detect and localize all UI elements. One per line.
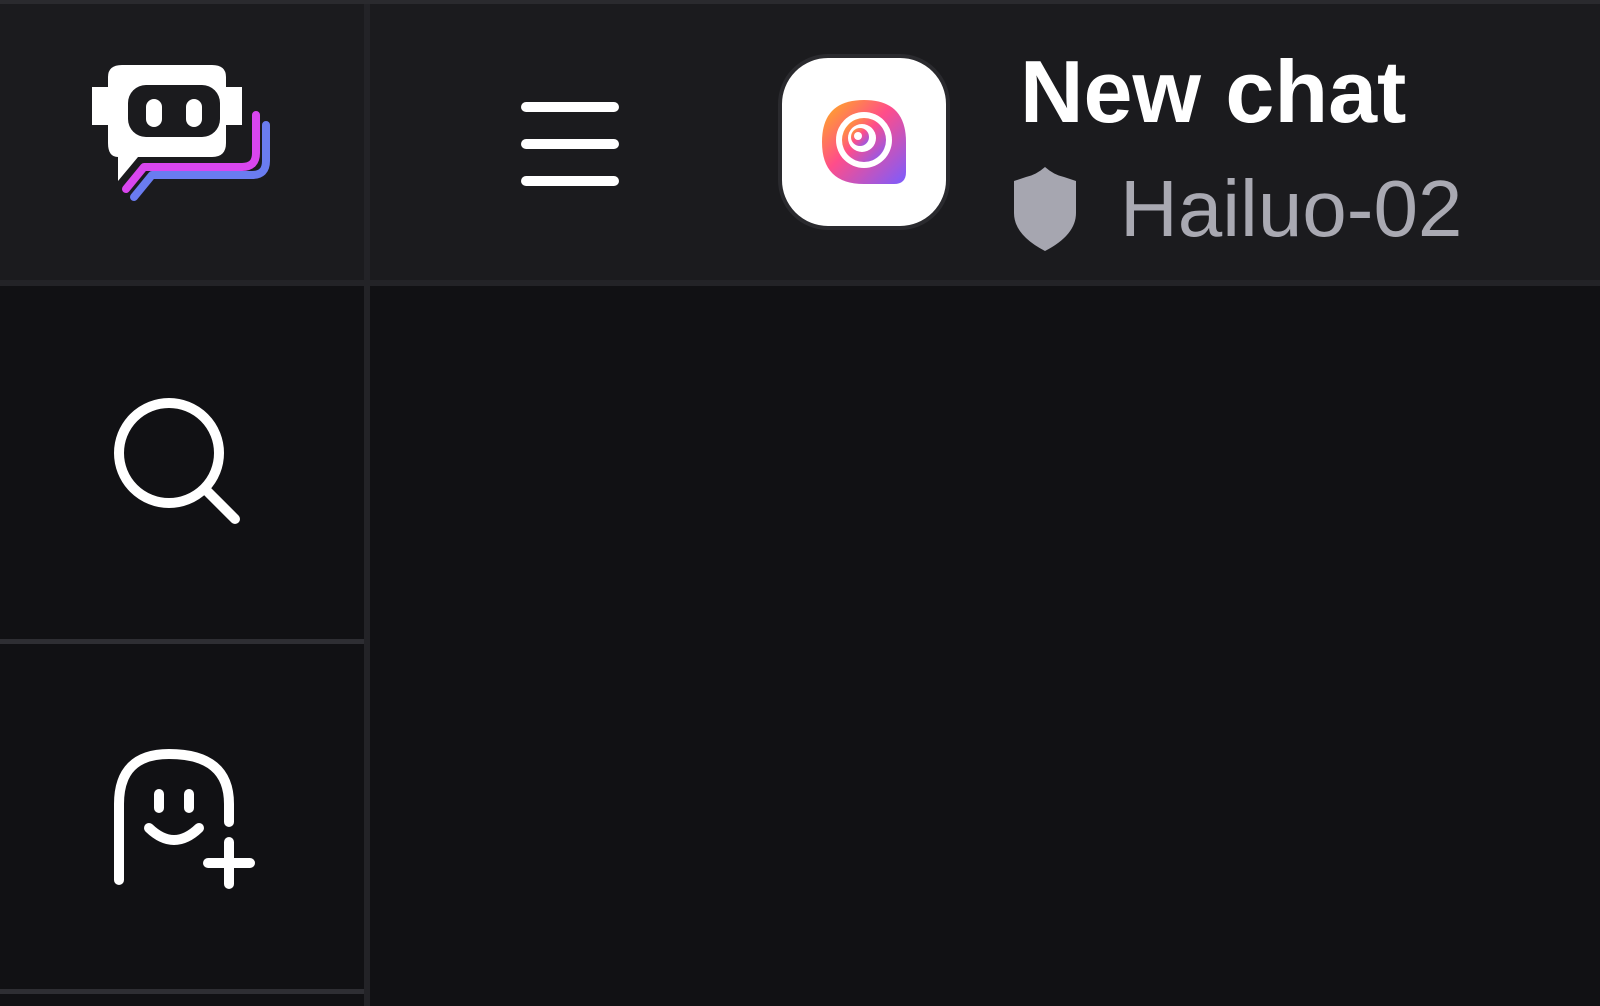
hailuo-swirl-icon: [822, 100, 906, 184]
menu-button[interactable]: [510, 89, 630, 199]
left-rail: [0, 4, 370, 1006]
app-window: New chat Hailuo-02: [0, 0, 1600, 1006]
page-title: New chat: [1020, 42, 1407, 141]
shield-icon: [1014, 167, 1076, 251]
bot-avatar[interactable]: [778, 54, 950, 230]
bot-name: Hailuo-02: [1120, 164, 1463, 253]
create-bot-icon: [114, 748, 255, 889]
poe-robot-logo-icon: [92, 65, 270, 201]
create-bot-button[interactable]: [0, 644, 364, 994]
hamburger-menu-icon: [521, 102, 619, 186]
search-button[interactable]: [0, 292, 364, 644]
chat-header: New chat Hailuo-02: [370, 4, 1600, 286]
search-icon: [114, 397, 240, 524]
poe-logo-button[interactable]: [0, 4, 364, 286]
chat-area: [370, 286, 1600, 1006]
bot-name-row[interactable]: Hailuo-02: [1010, 164, 1462, 254]
